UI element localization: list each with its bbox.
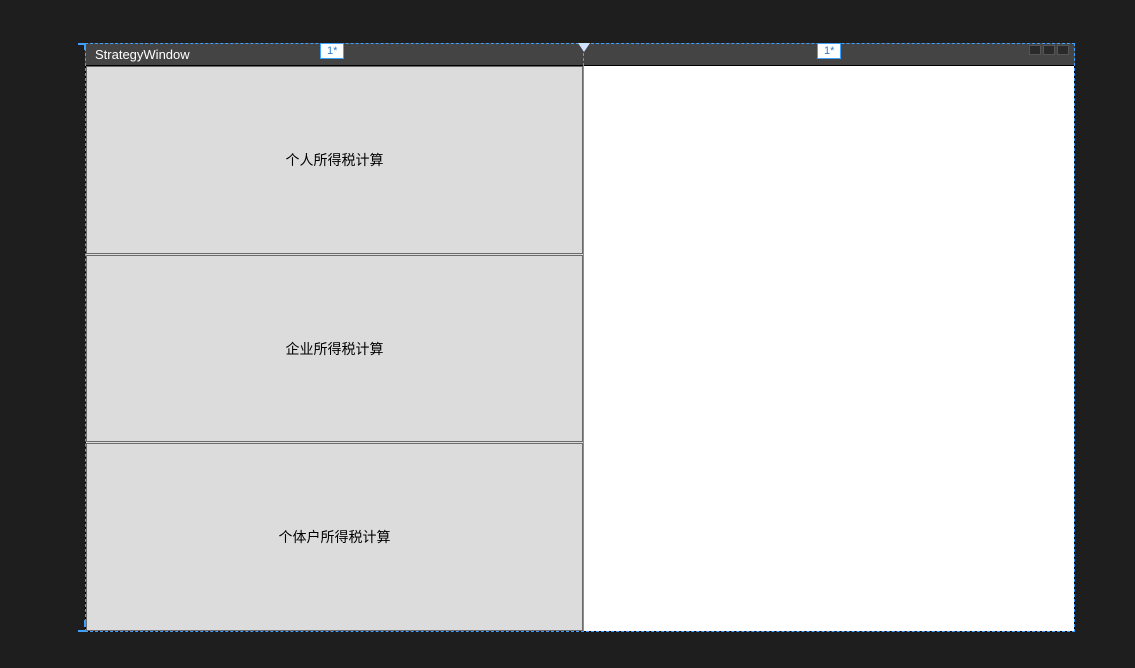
right-grid-column[interactable] — [584, 66, 1074, 631]
grid-column-size-label: 1* — [327, 45, 337, 57]
minimize-icon[interactable] — [1029, 45, 1041, 55]
ruler-tick-icon — [78, 630, 85, 632]
left-grid-column[interactable]: 个人所得税计算 企业所得税计算 个体户所得税计算 — [86, 66, 584, 631]
grid-column-size-badge-left[interactable]: 1* — [320, 43, 344, 59]
ruler-tick-icon — [84, 43, 86, 50]
maximize-icon[interactable] — [1043, 45, 1055, 55]
window-client-area[interactable]: 个人所得税计算 企业所得税计算 个体户所得税计算 — [85, 65, 1075, 632]
button-label: 个人所得税计算 — [286, 150, 384, 170]
close-icon[interactable] — [1057, 45, 1069, 55]
corporate-income-tax-button[interactable]: 企业所得税计算 — [86, 255, 583, 443]
button-label: 企业所得税计算 — [286, 339, 384, 359]
button-label: 个体户所得税计算 — [279, 527, 391, 547]
individual-business-tax-button[interactable]: 个体户所得税计算 — [86, 443, 583, 631]
designer-canvas[interactable]: StrategyWindow 1* 1* 个人所得税计算 企业所得税计算 个体户… — [75, 40, 1075, 632]
window-title: StrategyWindow — [95, 47, 190, 62]
window-controls — [1029, 45, 1069, 55]
grid-column-size-badge-right[interactable]: 1* — [817, 43, 841, 59]
grid-column-size-label: 1* — [824, 45, 834, 57]
personal-income-tax-button[interactable]: 个人所得税计算 — [86, 66, 583, 254]
grid-splitter-thumb-icon[interactable] — [578, 43, 590, 52]
ruler-tick-icon — [84, 620, 86, 627]
